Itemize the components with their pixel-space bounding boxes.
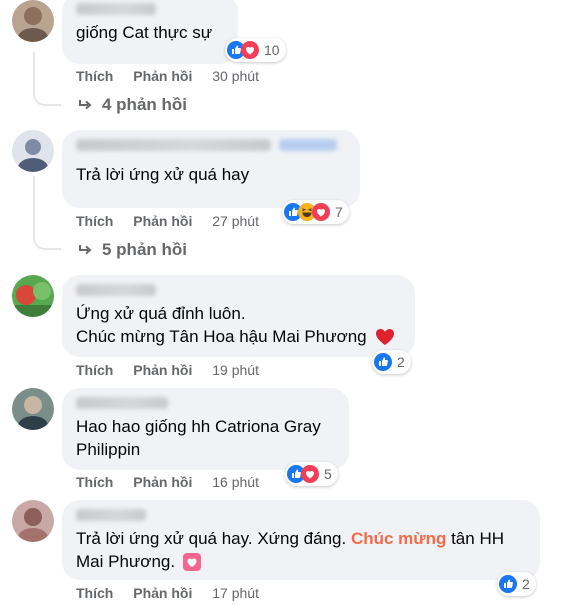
love-icon: [312, 203, 330, 221]
like-icon: [499, 575, 517, 593]
reply-button[interactable]: Phản hồi: [133, 362, 192, 378]
reply-button[interactable]: Phản hồi: [133, 68, 192, 84]
comment-bubble: Trả lời ứng xử quá hay: [62, 130, 360, 208]
comment-text-line-1: Trả lời ứng xử quá hay. Xứng đáng. Chúc …: [76, 527, 526, 550]
comment-text-line-1: Hao hao giống hh Catriona Gray: [76, 417, 321, 436]
author-name-blurred[interactable]: [76, 284, 156, 296]
reaction-count: 7: [335, 204, 343, 220]
comment-text: giống Cat thực sự: [76, 23, 213, 42]
reply-button[interactable]: Phản hồi: [133, 474, 192, 490]
comment-bubble: giống Cat thực sự: [62, 0, 238, 64]
comments-feed: giống Cat thực sự 10 Thích Phản hồi 30 p…: [0, 0, 580, 604]
like-button[interactable]: Thích: [76, 585, 113, 601]
comment-text: Trả lời ứng xử quá hay: [76, 165, 250, 184]
comment-bubble: Ứng xử quá đỉnh luôn. Chúc mừng Tân Hoa …: [62, 275, 415, 357]
avatar[interactable]: [12, 130, 54, 172]
love-icon: [241, 41, 259, 59]
thread-line: [33, 176, 35, 240]
comment-text-line-2: Mai Phương.: [76, 552, 176, 571]
timestamp[interactable]: 30 phút: [212, 68, 259, 84]
author-name-blurred[interactable]: [76, 3, 156, 15]
author-name-blurred[interactable]: [76, 139, 271, 151]
comment-actions: Thích Phản hồi 16 phút: [76, 474, 259, 490]
view-replies-link[interactable]: 4 phản hồi: [78, 95, 187, 115]
reaction-summary[interactable]: 10: [225, 38, 286, 62]
thread-connector: [33, 88, 61, 106]
replies-count: 5 phản hồi: [102, 240, 187, 259]
like-icon: [374, 353, 392, 371]
comment-text-line-1: Ứng xử quá đỉnh luôn.: [76, 304, 246, 323]
timestamp[interactable]: 16 phút: [212, 474, 259, 490]
highlighted-text: Chúc mừng: [350, 529, 447, 548]
reply-arrow-icon: [79, 245, 92, 255]
avatar[interactable]: [12, 500, 54, 542]
comment-actions: Thích Phản hồi 17 phút: [76, 585, 259, 601]
comment-bubble: Hao hao giống hh Catriona Gray Philippin: [62, 388, 349, 470]
reply-button[interactable]: Phản hồi: [133, 213, 192, 229]
like-button[interactable]: Thích: [76, 68, 113, 84]
like-button[interactable]: Thích: [76, 213, 113, 229]
reaction-count: 10: [264, 42, 280, 58]
reaction-count: 2: [522, 576, 530, 592]
timestamp[interactable]: 19 phút: [212, 362, 259, 378]
reply-arrow-icon: [79, 100, 92, 110]
reaction-summary[interactable]: 5: [285, 462, 338, 486]
avatar[interactable]: [12, 275, 54, 317]
comment-bubble: Trả lời ứng xử quá hay. Xứng đáng. Chúc …: [62, 500, 540, 580]
comment-text-part2: tân HH: [446, 529, 504, 548]
like-button[interactable]: Thích: [76, 362, 113, 378]
reaction-summary[interactable]: 2: [497, 572, 536, 596]
avatar[interactable]: [12, 0, 54, 42]
replies-count: 4 phản hồi: [102, 95, 187, 114]
comment-actions: Thích Phản hồi 19 phút: [76, 362, 259, 378]
avatar[interactable]: [12, 388, 54, 430]
badge-blurred: [279, 138, 337, 151]
reply-button[interactable]: Phản hồi: [133, 585, 192, 601]
comment-text-line-2: Chúc mừng Tân Hoa hậu Mai Phương: [76, 327, 367, 346]
reaction-count: 2: [397, 354, 405, 370]
timestamp[interactable]: 27 phút: [212, 213, 259, 229]
timestamp[interactable]: 17 phút: [212, 585, 259, 601]
reaction-count: 5: [324, 466, 332, 482]
like-button[interactable]: Thích: [76, 474, 113, 490]
comment-actions: Thích Phản hồi 27 phút: [76, 213, 259, 229]
author-name-blurred[interactable]: [76, 509, 146, 521]
heart-emoji-icon: [183, 552, 202, 571]
comment-actions: Thích Phản hồi 30 phút: [76, 68, 259, 84]
comment-text-line-2-row: Chúc mừng Tân Hoa hậu Mai Phương: [76, 325, 401, 348]
view-replies-link[interactable]: 5 phản hồi: [78, 240, 187, 260]
comment-text-line-2: Philippin: [76, 440, 141, 459]
love-icon: [301, 465, 319, 483]
red-heart-emoji-icon: [375, 328, 394, 345]
comment-text-line-2-row: Mai Phương.: [76, 550, 526, 573]
reaction-summary[interactable]: 2: [372, 350, 411, 374]
author-name-blurred[interactable]: [76, 397, 168, 409]
reaction-summary[interactable]: 7: [282, 200, 349, 224]
thread-connector: [33, 232, 61, 250]
comment-text-part1: Trả lời ứng xử quá hay. Xứng đáng.: [76, 529, 351, 548]
